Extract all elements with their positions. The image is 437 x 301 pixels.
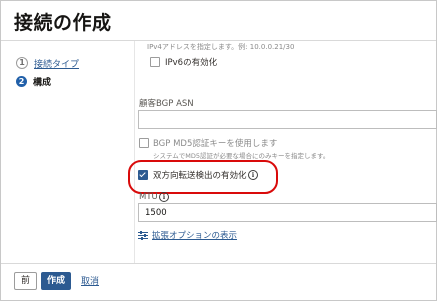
step-configuration: 2 構成 (16, 73, 79, 89)
cancel-link[interactable]: 取消 (81, 274, 99, 287)
dialog-title: 接続の作成 (14, 12, 112, 34)
content-divider (134, 41, 135, 263)
back-button[interactable]: 前 (14, 272, 37, 290)
bgp-md5-help: システムでMD5認証が必要な場合にのみキーを指定します。 (153, 152, 330, 160)
step-number: 1 (16, 57, 28, 69)
create-button[interactable]: 作成 (41, 272, 71, 290)
step-number: 2 (16, 75, 27, 87)
mtu-input[interactable] (138, 203, 437, 222)
ipv6-checkbox[interactable] (150, 57, 160, 67)
asn-input[interactable] (138, 110, 437, 129)
ipv4-help-text: IPv4アドレスを指定します。例: 10.0.0.21/30 (147, 43, 295, 51)
bgp-md5-label: BGP MD5認証キーを使用します (153, 139, 278, 149)
footer-divider (1, 263, 436, 264)
header-divider (1, 40, 436, 41)
info-icon[interactable]: i (159, 192, 169, 202)
highlight-annotation (128, 160, 278, 194)
advanced-options-label[interactable]: 拡張オプションの表示 (152, 229, 237, 241)
wizard-steps: 1 接続タイプ 2 構成 (16, 55, 79, 91)
ipv6-label: IPv6の有効化 (165, 58, 218, 68)
mtu-label: MTU (139, 192, 158, 202)
sliders-icon (138, 230, 148, 240)
step-label-connection-type[interactable]: 接続タイプ (34, 57, 79, 70)
step-connection-type[interactable]: 1 接続タイプ (16, 55, 79, 71)
advanced-options-link[interactable]: 拡張オプションの表示 (138, 229, 237, 241)
step-label-configuration: 構成 (33, 77, 52, 88)
asn-label: 顧客BGP ASN (139, 99, 194, 109)
bgp-md5-checkbox[interactable] (139, 138, 149, 148)
